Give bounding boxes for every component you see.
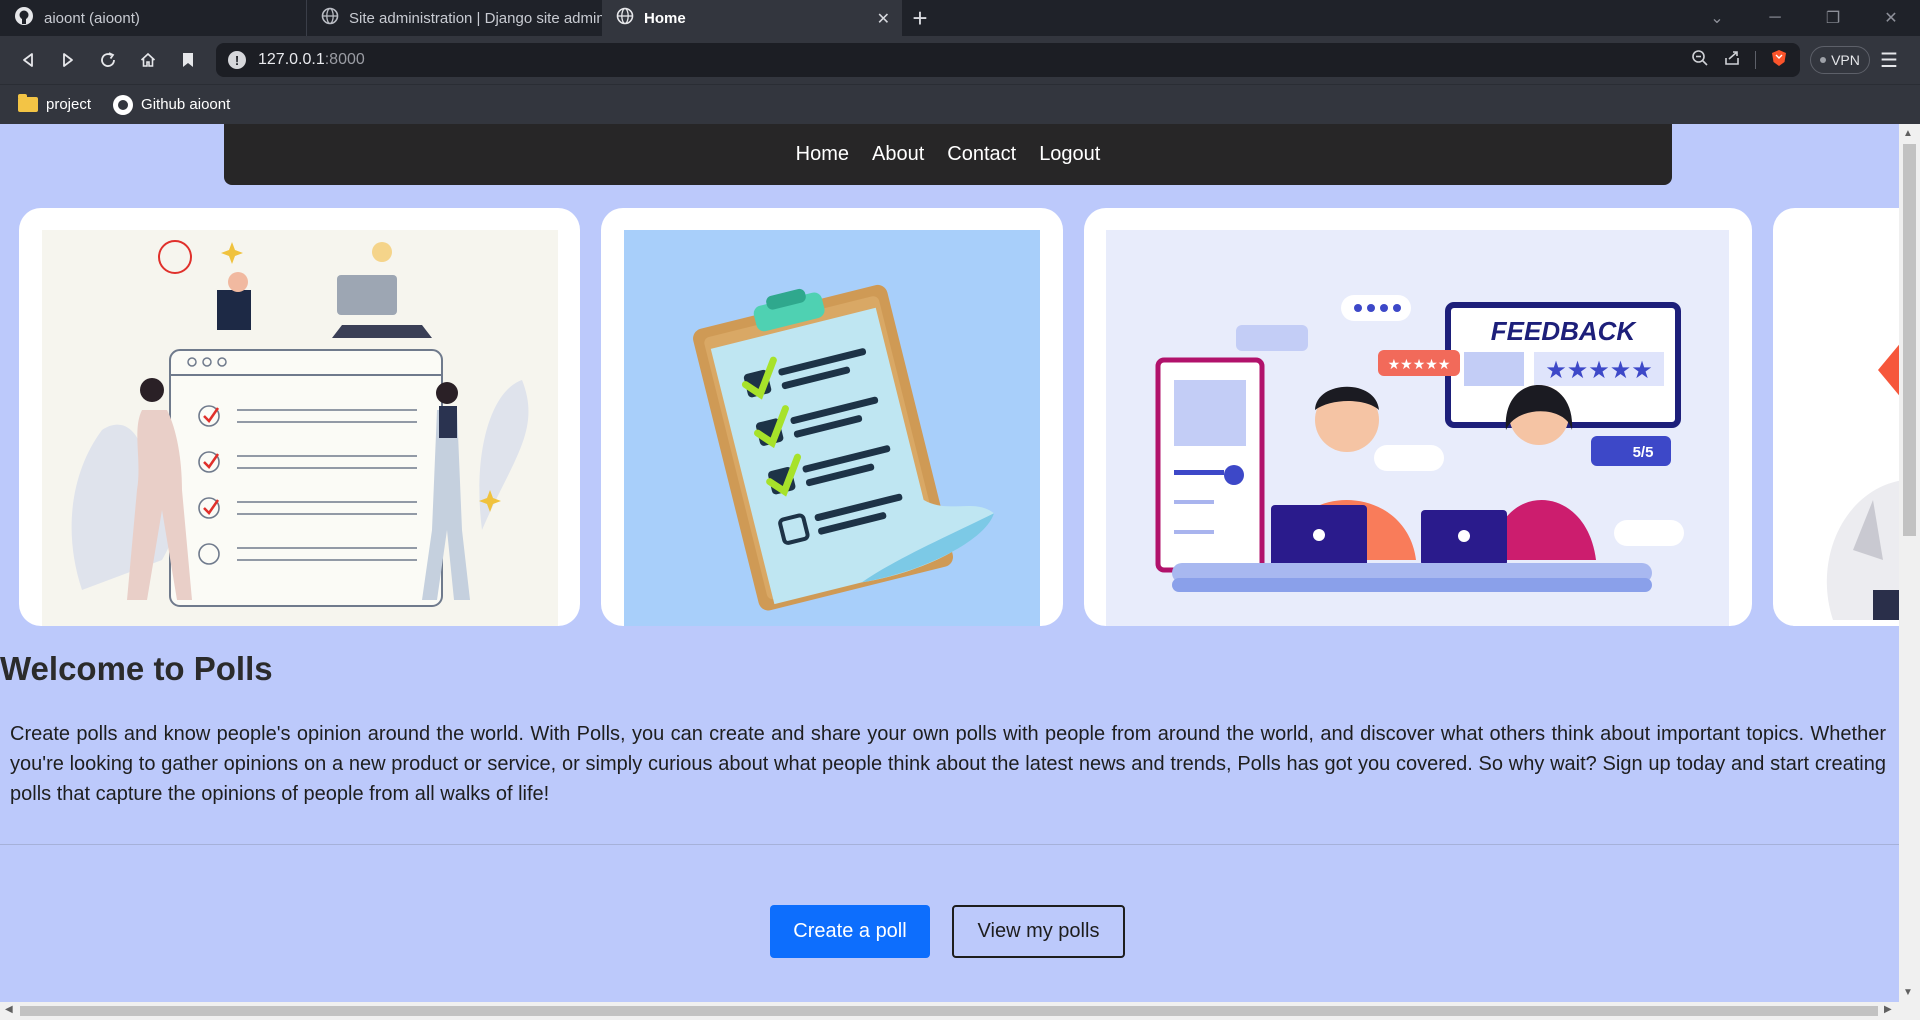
scroll-left-icon[interactable]: ◀: [5, 1004, 13, 1015]
nav-contact[interactable]: Contact: [947, 143, 1016, 166]
url-port: :8000: [324, 51, 365, 68]
partial-illustration: [1793, 230, 1899, 626]
scroll-up-icon[interactable]: ▲: [1903, 128, 1913, 139]
page-title: Welcome to Polls: [0, 650, 273, 687]
feedback-title-text: FEEDBACK: [1491, 316, 1638, 346]
scroll-right-icon[interactable]: ▶: [1884, 1004, 1892, 1015]
scrollbar-thumb[interactable]: [20, 1006, 1878, 1016]
vertical-scrollbar[interactable]: ▲ ▼: [1899, 124, 1920, 1002]
tab-strip: aioont (aioont) Site administration | Dj…: [0, 0, 1920, 36]
folder-icon: [18, 94, 38, 112]
clipboard-checklist-illustration: [624, 230, 1040, 626]
close-icon[interactable]: ✕: [877, 9, 890, 29]
scroll-down-icon[interactable]: ▼: [1903, 987, 1913, 998]
bookmark-label: Github aioont: [141, 96, 231, 113]
view-polls-button[interactable]: View my polls: [952, 905, 1125, 958]
github-icon: [14, 6, 34, 30]
tab-django-admin[interactable]: Site administration | Django site admin: [306, 0, 602, 36]
divider: [1755, 51, 1756, 69]
carousel-card: [19, 208, 580, 626]
rating-text: 5/5: [1633, 444, 1654, 461]
vpn-label: VPN: [1831, 52, 1860, 68]
menu-icon[interactable]: ☰: [1880, 48, 1898, 73]
vpn-button[interactable]: VPN: [1810, 46, 1870, 74]
home-icon[interactable]: [128, 40, 168, 80]
bookmark-project[interactable]: project: [18, 94, 92, 113]
svg-text:★★★★★: ★★★★★: [1388, 357, 1451, 373]
bookmark-icon[interactable]: [168, 40, 208, 80]
vpn-status-dot: [1820, 57, 1827, 63]
tab-title: Site administration | Django site admin: [349, 9, 602, 27]
forward-icon[interactable]: [48, 40, 88, 80]
github-icon: [113, 94, 134, 115]
intro-paragraph: Create polls and know people's opinion a…: [10, 723, 1886, 805]
share-icon[interactable]: [1723, 49, 1741, 72]
address-bar[interactable]: ! 127.0.0.1:8000: [216, 43, 1800, 77]
page-viewport: Home About Contact Logout FEEDBACK ★★★★★…: [0, 124, 1899, 1002]
tab-home[interactable]: Home ✕: [602, 0, 902, 36]
bookmarks-bar: project Github aioont: [0, 84, 1920, 124]
url-host: 127.0.0.1: [258, 51, 325, 68]
create-poll-button[interactable]: Create a poll: [770, 905, 930, 958]
carousel-card: FEEDBACK ★★★★★ ★★★★★ 5/5: [1084, 208, 1752, 626]
tab-search-icon[interactable]: ⌄: [1688, 8, 1746, 28]
horizontal-scrollbar[interactable]: ◀ ▶: [0, 1002, 1920, 1020]
minimize-icon[interactable]: ─: [1746, 9, 1804, 27]
carousel-card: [601, 208, 1063, 626]
nav-about[interactable]: About: [872, 143, 924, 166]
address-actions: [1691, 43, 1788, 77]
nav-logout[interactable]: Logout: [1039, 143, 1100, 166]
zoom-icon[interactable]: [1691, 49, 1709, 72]
bookmark-label: project: [46, 96, 92, 113]
scrollbar-thumb[interactable]: [1903, 144, 1916, 536]
new-tab-button[interactable]: +: [902, 0, 938, 36]
brave-shield-icon[interactable]: [1770, 49, 1788, 72]
site-info-icon[interactable]: !: [228, 51, 246, 69]
divider: [0, 844, 1899, 845]
tab-github[interactable]: aioont (aioont): [0, 0, 306, 36]
svg-text:★★★★★: ★★★★★: [1545, 356, 1653, 384]
close-window-icon[interactable]: ✕: [1862, 8, 1920, 28]
site-navbar: Home About Contact Logout: [224, 124, 1672, 185]
browser-toolbar: ! 127.0.0.1:8000 VPN ☰: [0, 36, 1920, 84]
tab-title: aioont (aioont): [44, 9, 140, 27]
globe-icon: [321, 7, 339, 29]
nav-home[interactable]: Home: [796, 143, 849, 166]
globe-icon: [616, 7, 634, 29]
back-icon[interactable]: [8, 40, 48, 80]
window-controls: ⌄ ─ ❐ ✕: [1688, 0, 1920, 36]
tab-title: Home: [644, 9, 686, 27]
restore-icon[interactable]: ❐: [1804, 8, 1862, 28]
feedback-illustration: FEEDBACK ★★★★★ ★★★★★ 5/5: [1106, 230, 1729, 626]
carousel-card: [1773, 208, 1899, 626]
survey-checklist-illustration: [42, 230, 558, 626]
bookmark-github[interactable]: Github aioont: [113, 94, 231, 115]
reload-icon[interactable]: [88, 40, 128, 80]
